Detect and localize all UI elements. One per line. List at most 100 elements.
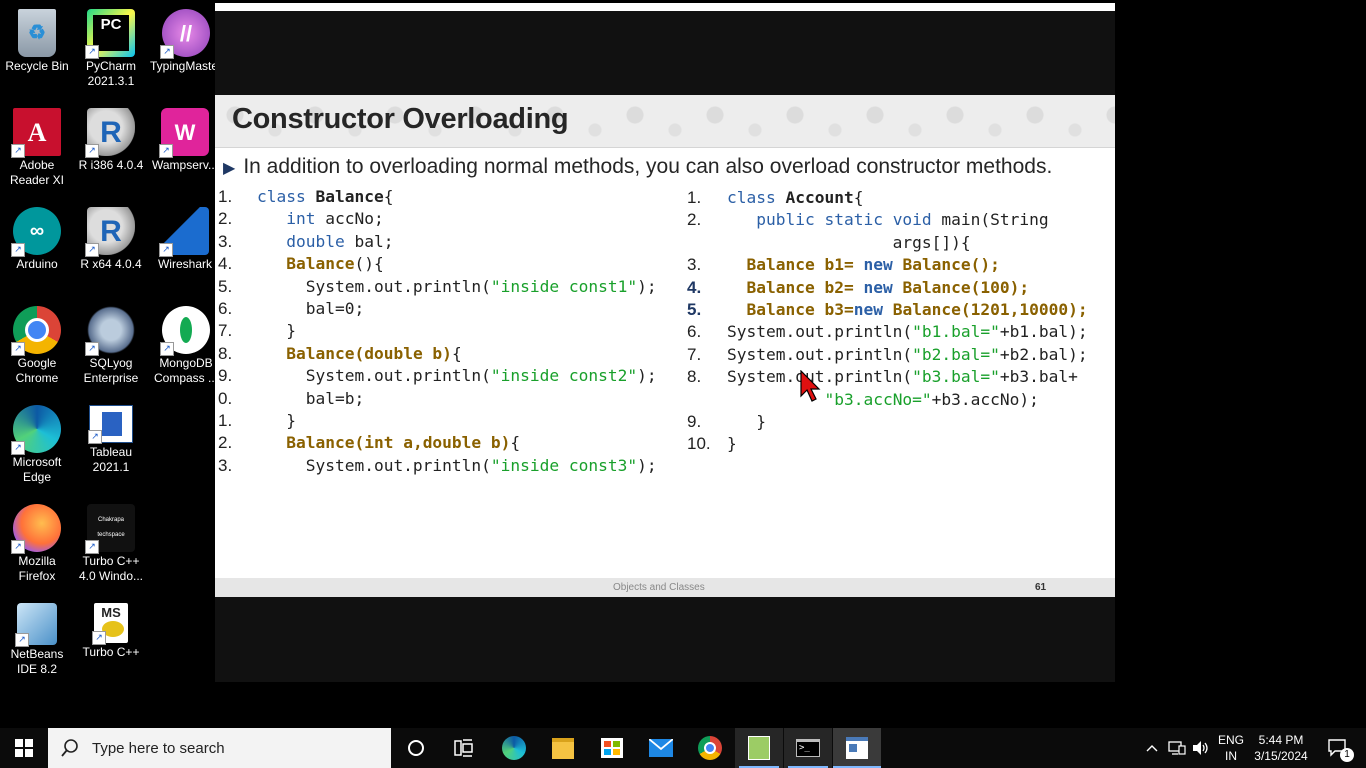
- line-number: 9.: [687, 412, 702, 432]
- desktop-icon-recycle-bin[interactable]: ♻ Recycle Bin: [0, 5, 74, 74]
- line-number: 1.: [218, 187, 233, 206]
- desktop-icon-label: TypingMaster Pro: [150, 59, 215, 73]
- desktop-icon-turbo-cpp-windows[interactable]: Chakrapa techspace ↗ Turbo C++ 4.0 Windo..…: [74, 500, 148, 584]
- cortana-button[interactable]: [392, 728, 440, 768]
- line-number: 10.: [687, 434, 711, 454]
- code-line: }: [727, 412, 766, 432]
- search-icon: [61, 739, 78, 757]
- taskbar-edge-button[interactable]: [490, 728, 538, 768]
- taskbar-editor-button[interactable]: [735, 728, 783, 768]
- mail-icon: [649, 739, 673, 757]
- taskbar-command-prompt-button[interactable]: >_: [784, 728, 832, 768]
- slide-title: Constructor Overloading: [232, 103, 569, 135]
- code-line: public static void main(String: [756, 210, 1049, 230]
- line-number: 5.: [218, 276, 233, 296]
- desktop-icon-r-x64[interactable]: R ↗ R x64 4.0.4: [74, 203, 148, 272]
- left-code-block: class Balance{ int accNo; double bal; Ba…: [257, 186, 657, 477]
- clock-time: 5:44 PM: [1258, 733, 1304, 747]
- code-line: Balance b3=new Balance(1201,10000);: [746, 300, 1088, 320]
- line-number: 3.: [687, 255, 702, 275]
- start-button[interactable]: [0, 728, 48, 768]
- network-button[interactable]: [1166, 728, 1188, 768]
- code-line: Balance(double b){: [286, 343, 462, 363]
- taskbar-search-box[interactable]: Type here to search: [48, 728, 391, 768]
- desktop-icon-turbo-cpp[interactable]: MS ↗ Turbo C++: [74, 599, 148, 660]
- tableau-icon: ↗: [88, 405, 133, 444]
- typingmaster-icon: //↗: [160, 9, 210, 59]
- line-number: 6.: [218, 299, 233, 319]
- cortana-circle-icon: [408, 740, 424, 756]
- line-number: 4.: [687, 277, 702, 297]
- desktop-icon-label: Adobe Reader XI: [9, 158, 65, 187]
- wireshark-fin-icon: ↗: [159, 207, 209, 257]
- desktop-icon-label: R i386 4.0.4: [78, 158, 144, 172]
- code-line: }: [257, 411, 296, 431]
- clock[interactable]: 5:44 PM 3/15/2024: [1250, 732, 1312, 764]
- desktop-icon-mozilla-firefox[interactable]: ↗ Mozilla Firefox: [0, 500, 74, 584]
- desktop-icon-google-chrome[interactable]: ↗ Google Chrome: [0, 302, 74, 386]
- desktop-icon-label: Wampserv...: [151, 158, 218, 172]
- desktop-icon-netbeans[interactable]: ↗ NetBeans IDE 8.2: [0, 599, 74, 677]
- task-view-button[interactable]: [440, 728, 488, 768]
- taskbar-slideshow-button[interactable]: [833, 728, 881, 768]
- code-line: bal=0;: [257, 299, 365, 319]
- search-placeholder: Type here to search: [92, 739, 225, 757]
- input-language-indicator[interactable]: ENG IN: [1216, 732, 1246, 764]
- desktop-icon-r-i386[interactable]: R ↗ R i386 4.0.4: [74, 104, 148, 173]
- left-line-numbers: 1. 2. 3. 4. 5. 6. 7. 8. 9. 0. 1. 2. 3.: [218, 186, 232, 477]
- chrome-icon: [698, 736, 722, 760]
- desktop-icon-mongodb-compass[interactable]: ↗ MongoDB Compass ...: [150, 302, 222, 386]
- window-top-edge: [215, 3, 1115, 11]
- code-line: class Balance{: [257, 187, 394, 206]
- action-center-button[interactable]: 1: [1318, 728, 1358, 768]
- line-number: 2.: [687, 210, 702, 230]
- desktop-icon-microsoft-edge[interactable]: ↗ Microsoft Edge: [0, 401, 74, 485]
- desktop-icon-typingmaster[interactable]: //↗ TypingMaster Pro: [150, 5, 222, 74]
- chevron-up-icon: [1146, 745, 1158, 752]
- right-line-numbers: 1.2.​3.4.5.6.7.8.​9.10.: [687, 187, 711, 456]
- code-line: System.out.println("b1.bal="+b1.bal);: [727, 322, 1088, 342]
- edge-icon: [502, 736, 526, 760]
- taskbar-chrome-button[interactable]: [686, 728, 734, 768]
- code-line: System.out.println("inside const3");: [257, 455, 657, 475]
- volume-button[interactable]: [1190, 728, 1212, 768]
- notification-count-badge: 1: [1340, 748, 1354, 762]
- taskbar-file-explorer-button[interactable]: [539, 728, 587, 768]
- desktop-icon-sqlyog[interactable]: ↗ SQLyog Enterprise: [74, 302, 148, 386]
- r-icon: R ↗: [85, 207, 135, 257]
- desktop-icon-label: NetBeans IDE 8.2: [10, 647, 64, 676]
- taskbar: Type here to search >_ ENG IN 5:44 PM 3/…: [0, 728, 1366, 768]
- code-line: bal=b;: [257, 388, 365, 408]
- mongodb-leaf-icon: ↗: [160, 306, 210, 356]
- bullet-triangle-icon: ▶: [223, 160, 236, 177]
- desktop-icon-tableau[interactable]: ↗ Tableau 2021.1: [74, 401, 148, 475]
- right-code-block: class Account{ public static void main(S…: [727, 187, 1088, 456]
- taskbar-store-button[interactable]: [588, 728, 636, 768]
- desktop-icon-label: Recycle Bin: [5, 59, 69, 73]
- desktop-icon-wampserver[interactable]: W ↗ Wampserv...: [150, 104, 220, 173]
- arduino-icon: ∞ ↗: [11, 207, 61, 257]
- desktop-icon-pycharm[interactable]: PC ↗ PyCharm 2021.3.1: [74, 5, 148, 89]
- desktop-icon-label: Wireshark: [157, 257, 212, 271]
- line-number: 3.: [218, 231, 233, 251]
- desktop-icon-wireshark[interactable]: ↗ Wireshark: [150, 203, 220, 272]
- code-line: System.out.println("inside const1");: [257, 276, 657, 296]
- code-line: args[]){: [727, 232, 971, 252]
- line-number: 7.: [218, 321, 233, 341]
- netbeans-cube-icon: ↗: [15, 603, 57, 647]
- chrome-icon: ↗: [11, 306, 61, 356]
- line-number: 5.: [687, 300, 702, 320]
- line-number: ​: [687, 389, 711, 411]
- taskbar-mail-button[interactable]: [637, 728, 685, 768]
- windows-logo-icon: [15, 739, 33, 757]
- desktop-icon-adobe-reader[interactable]: A ↗ Adobe Reader XI: [0, 104, 74, 188]
- desktop-icon-label: SQLyog Enterprise: [83, 356, 139, 385]
- desktop-icon-label: Google Chrome: [15, 356, 59, 385]
- folder-icon: [552, 737, 574, 759]
- desktop-icon-arduino[interactable]: ∞ ↗ Arduino: [0, 203, 74, 272]
- speaker-icon: [1193, 741, 1208, 755]
- show-hidden-icons-button[interactable]: [1142, 728, 1162, 768]
- edge-icon: ↗: [11, 405, 61, 455]
- turbo-cpp-ms-icon: MS ↗: [92, 603, 128, 645]
- line-number: ​: [687, 232, 711, 254]
